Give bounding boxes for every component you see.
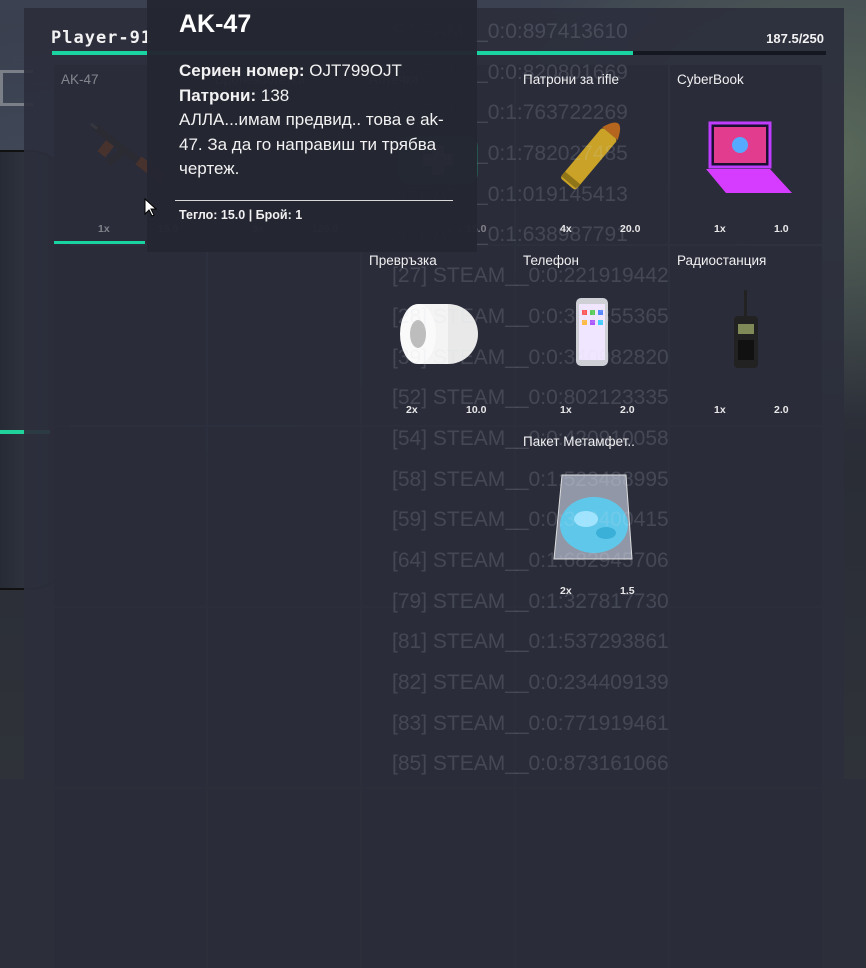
inventory-slot[interactable]: Пакет Метамфет.. 2x 1.5 (516, 427, 668, 606)
slot-item-name: Патрони за rifle (523, 72, 620, 87)
player-name: Player-91 (51, 28, 153, 48)
slot-item-count: 1x (714, 404, 726, 416)
slot-item-name: Превръзка (369, 253, 437, 268)
mouse-cursor-icon (144, 198, 158, 217)
inventory-slot-empty[interactable] (208, 246, 360, 425)
slot-item-weight: 2.0 (774, 404, 789, 416)
inventory-slot-empty[interactable] (208, 427, 360, 606)
inventory-slot[interactable]: Патрони за rifle 4x 20.0 (516, 65, 668, 244)
radio-icon (696, 286, 796, 386)
serial-value: OJT799OJT (309, 61, 402, 80)
tooltip-footer: Тегло: 15.0 | Брой: 1 (179, 208, 303, 222)
slot-item-name: CyberBook (677, 72, 744, 87)
ammo-label: Патрони: (179, 85, 257, 105)
tooltip-divider (175, 200, 453, 201)
item-tooltip: AK-47 Сериен номер: OJT799OJT Патрони: 1… (147, 0, 477, 252)
slot-item-weight: 10.0 (466, 404, 487, 416)
slot-item-weight: 20.0 (620, 223, 641, 235)
tooltip-title: AK-47 (179, 10, 252, 38)
slot-item-name: Пакет Метамфет.. (523, 434, 635, 449)
inventory-slot-empty[interactable] (670, 789, 822, 968)
inventory-slot-empty[interactable] (54, 608, 206, 787)
slot-item-weight: 1.0 (774, 223, 789, 235)
inventory-slot-empty[interactable] (362, 427, 514, 606)
inventory-slot[interactable]: Телефон 1x 2.0 (516, 246, 668, 425)
slot-item-weight: 1.5 (620, 585, 635, 597)
slot-item-name: Телефон (523, 253, 580, 268)
weight-capacity: 187.5/250 (766, 31, 824, 46)
inventory-slot-empty[interactable] (670, 608, 822, 787)
slot-item-count: 2x (560, 585, 572, 597)
inventory-slot-empty[interactable] (54, 427, 206, 606)
slot-item-name: Радиостанция (677, 253, 767, 268)
inventory-slot-empty[interactable] (362, 608, 514, 787)
slot-item-count: 1x (714, 223, 726, 235)
inventory-slot[interactable]: Превръзка 2x 10.0 (362, 246, 514, 425)
meth-bag-icon (542, 467, 642, 567)
inventory-slot-empty[interactable] (208, 608, 360, 787)
slot-item-weight: 2.0 (620, 404, 635, 416)
inventory-slot-empty[interactable] (54, 789, 206, 968)
slot-durability-bar (54, 241, 146, 244)
inventory-slot-empty[interactable] (208, 789, 360, 968)
inventory-slot-empty[interactable] (54, 246, 206, 425)
slot-item-count: 1x (98, 223, 110, 235)
ammo-value: 138 (260, 85, 290, 105)
inventory-slot[interactable]: Радиостанция 1x 2.0 (670, 246, 822, 425)
inventory-slot[interactable]: CyberBook 1x 1.0 (670, 65, 822, 244)
slot-item-name: AK-47 (61, 72, 99, 87)
slot-item-count: 4x (560, 223, 572, 235)
inventory-slot-empty[interactable] (516, 608, 668, 787)
bandage-icon (388, 286, 488, 386)
slot-item-count: 1x (560, 404, 572, 416)
tooltip-description: АЛЛА...имам предвид.. това е ak-47. За д… (179, 110, 444, 178)
inventory-slot-empty[interactable] (670, 427, 822, 606)
serial-label: Сериен номер: (179, 61, 305, 80)
phone-icon (542, 286, 642, 386)
laptop-icon (696, 105, 796, 205)
inventory-slot-empty[interactable] (362, 789, 514, 968)
tooltip-body: Сериен номер: OJT799OJT Патрони: 138 АЛЛ… (179, 59, 465, 182)
bullet-icon (542, 105, 642, 205)
slot-item-count: 2x (406, 404, 418, 416)
inventory-slot-empty[interactable] (516, 789, 668, 968)
